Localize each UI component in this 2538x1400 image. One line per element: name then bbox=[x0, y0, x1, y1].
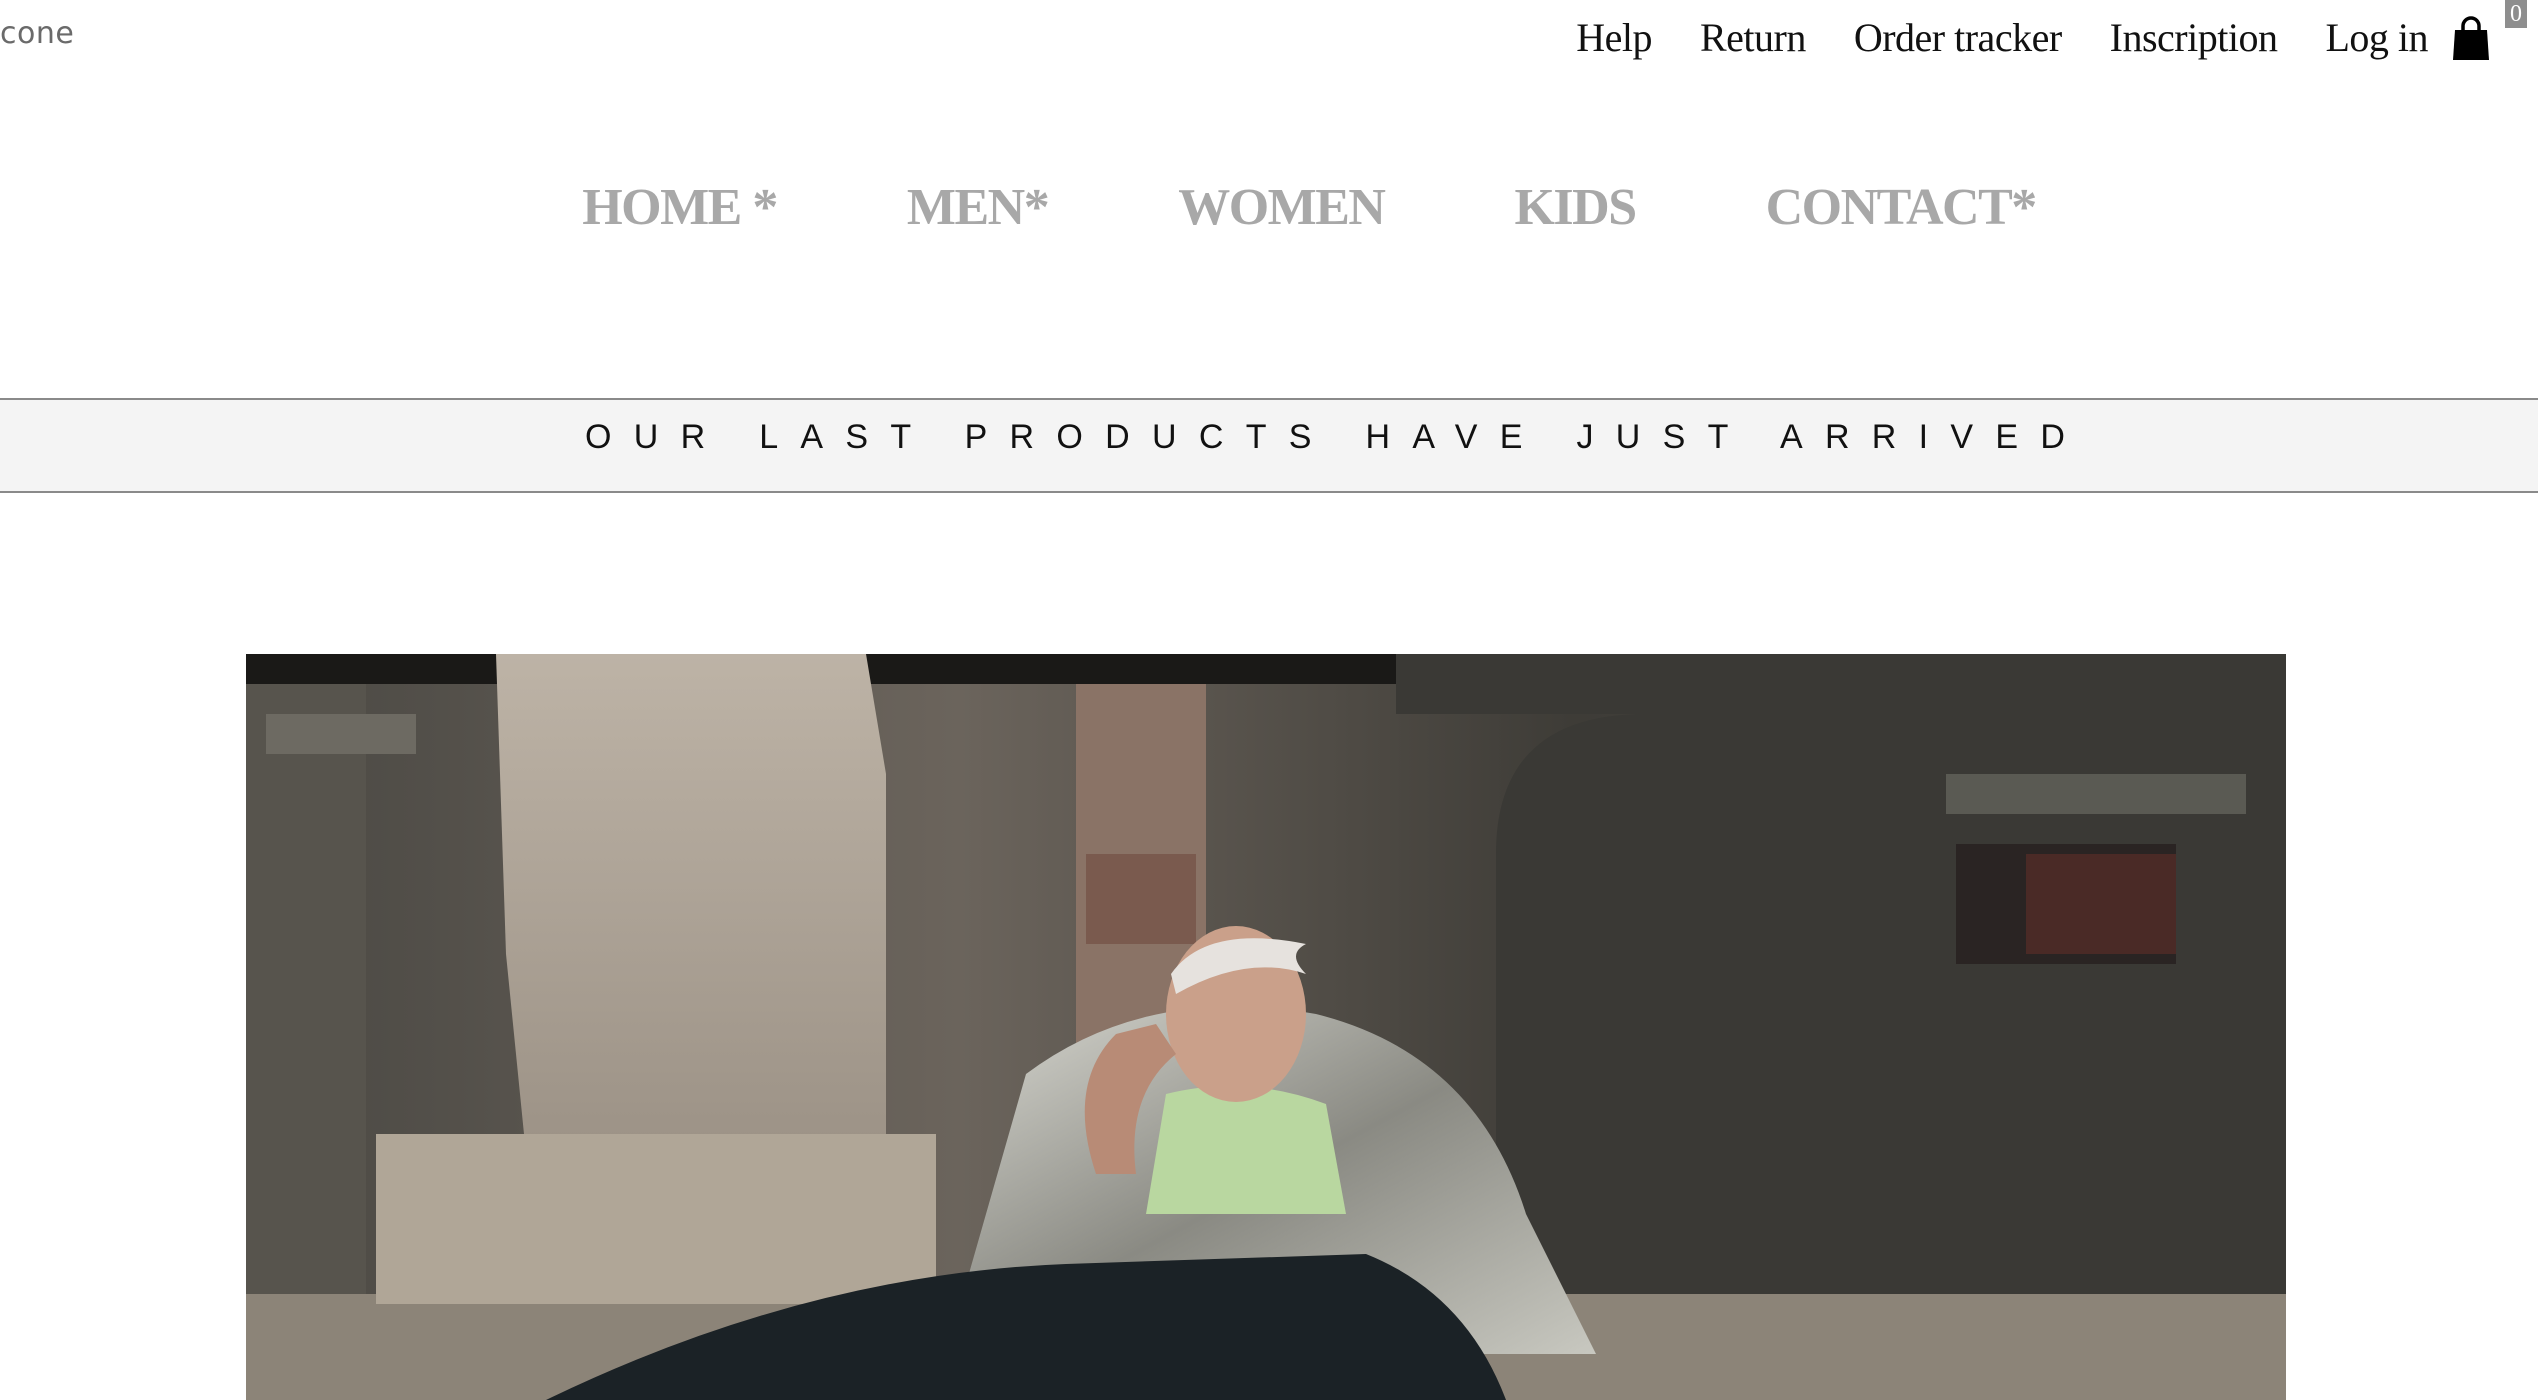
utility-nav: Help Return Order tracker Inscription Lo… bbox=[1576, 14, 2428, 61]
cart-button[interactable]: 0 bbox=[2451, 0, 2527, 64]
banner-text: OUR LAST PRODUCTS HAVE JUST ARRIVED bbox=[585, 418, 2088, 456]
login-link[interactable]: Log in bbox=[2325, 14, 2428, 61]
nav-men[interactable]: MEN* bbox=[907, 178, 1050, 237]
help-link[interactable]: Help bbox=[1576, 14, 1652, 61]
order-tracker-link[interactable]: Order tracker bbox=[1854, 14, 2062, 61]
cart-count-badge: 0 bbox=[2505, 0, 2527, 28]
hero-image bbox=[246, 654, 2286, 1400]
main-nav: HOME * MEN* WOMEN KIDS CONTACT* bbox=[0, 178, 2538, 237]
nav-women[interactable]: WOMEN bbox=[1178, 178, 1386, 237]
nav-kids[interactable]: KIDS bbox=[1514, 178, 1637, 237]
brand-logo[interactable]: cone bbox=[0, 16, 74, 51]
hero-photo bbox=[246, 654, 2286, 1400]
shopping-bag-icon bbox=[2453, 16, 2489, 60]
return-link[interactable]: Return bbox=[1700, 14, 1806, 61]
nav-contact[interactable]: CONTACT* bbox=[1766, 178, 2038, 237]
nav-home[interactable]: HOME * bbox=[582, 178, 778, 237]
inscription-link[interactable]: Inscription bbox=[2110, 14, 2278, 61]
announcement-banner: OUR LAST PRODUCTS HAVE JUST ARRIVED bbox=[0, 398, 2538, 493]
